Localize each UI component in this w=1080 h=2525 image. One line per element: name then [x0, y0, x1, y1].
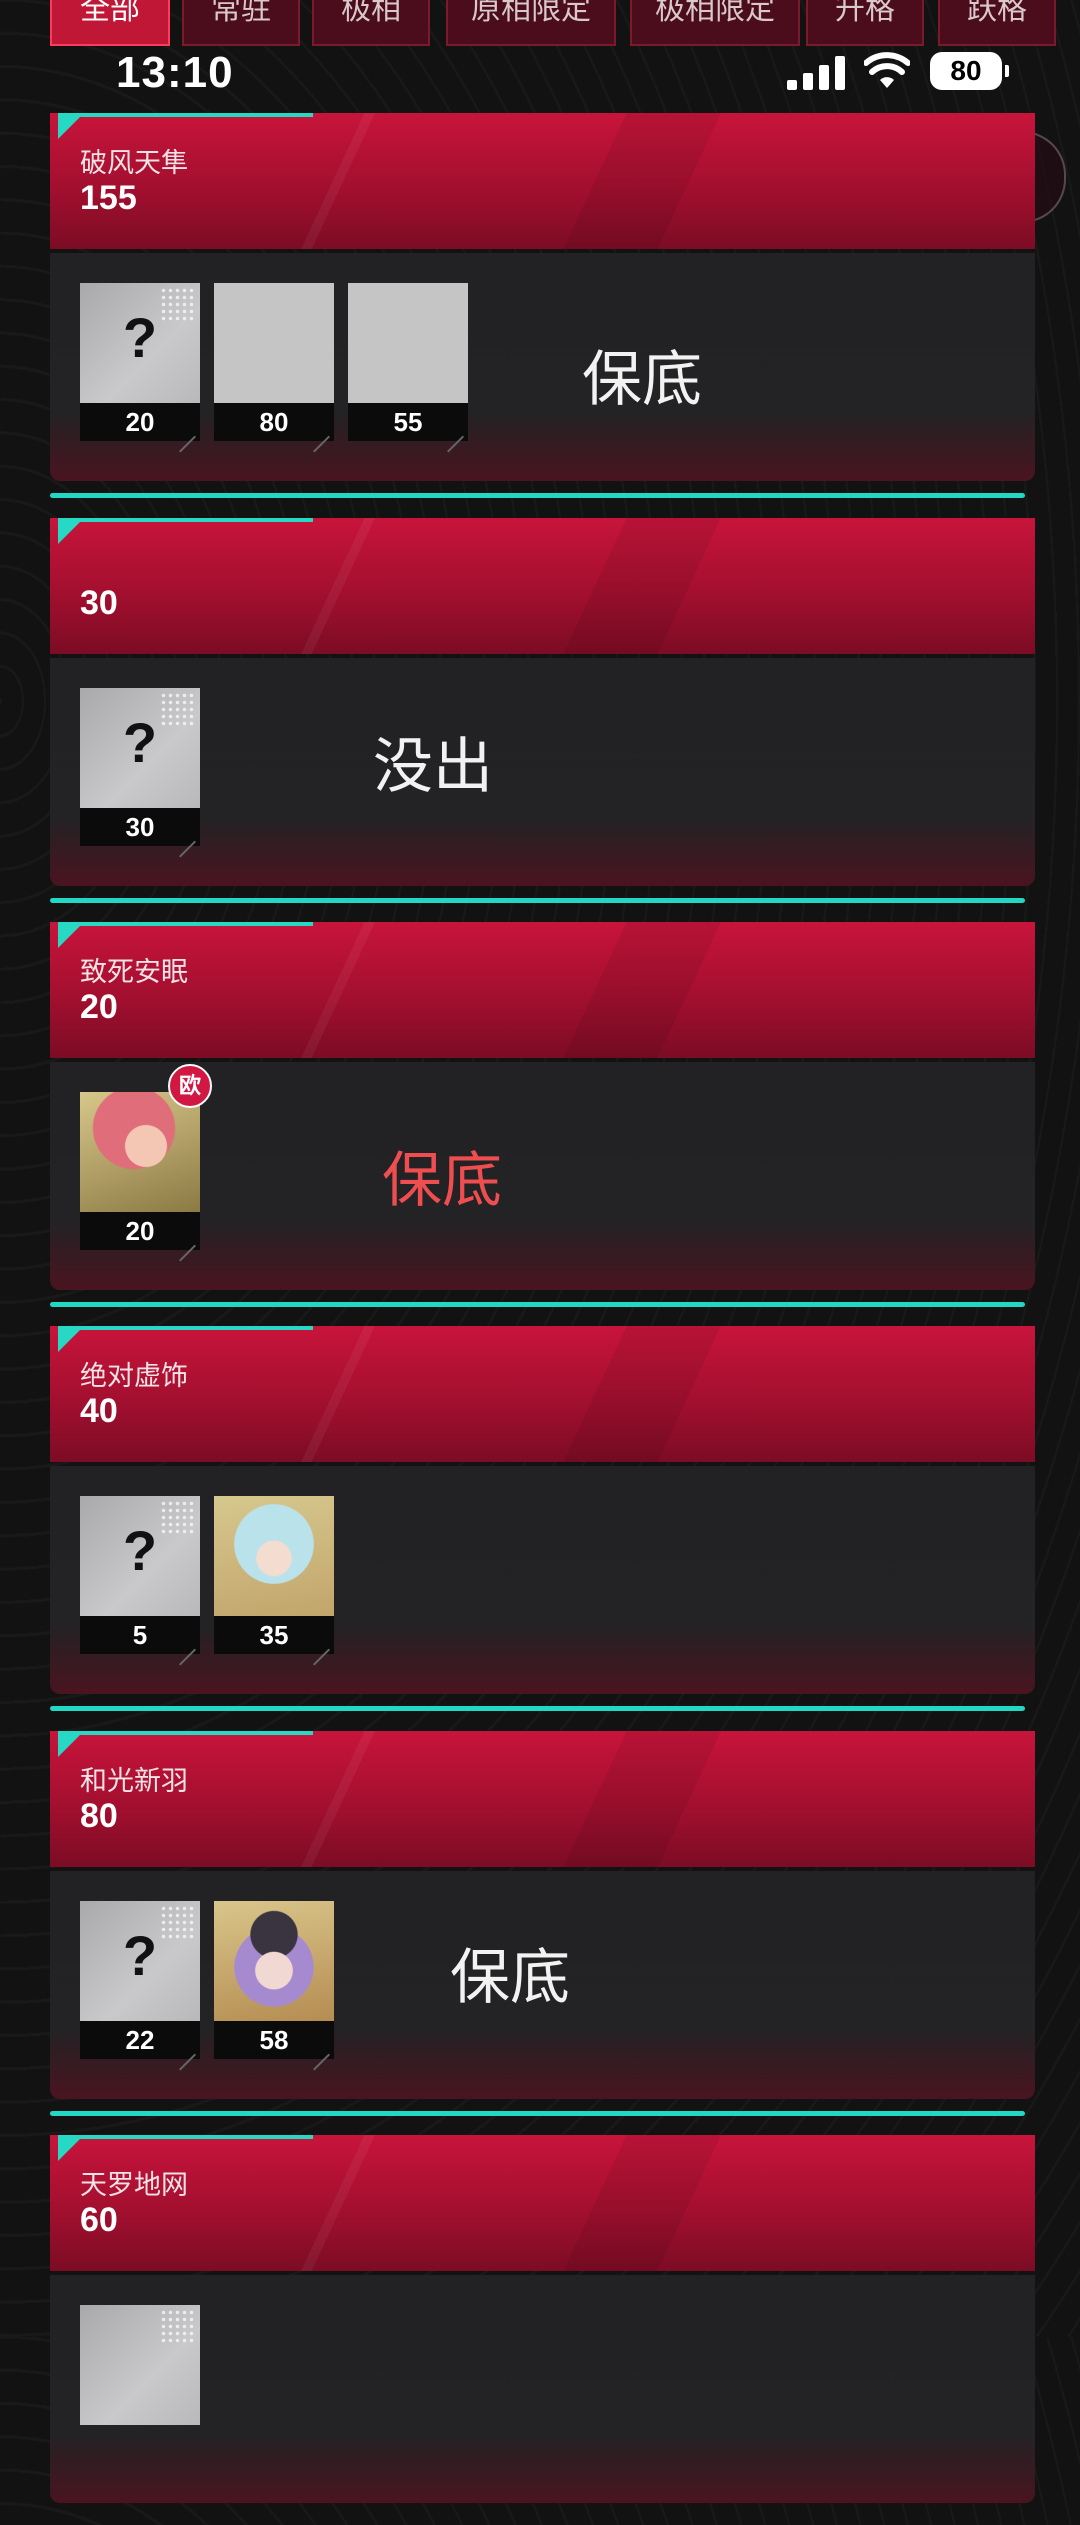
unknown-character-icon: ? [80, 283, 200, 403]
tab-extreme-limited[interactable]: 极相限定 [630, 0, 800, 46]
blank-image [214, 283, 334, 403]
card-header: 和光新羽 80 [50, 1731, 1035, 1867]
pull-value: 35 [214, 1616, 334, 1654]
unknown-character-icon: ? [80, 1496, 200, 1616]
remark-text: 保底 [450, 1944, 570, 2011]
blank-image [348, 283, 468, 403]
corner-accent [58, 922, 84, 948]
unknown-character-icon [80, 2305, 200, 2425]
tab-extreme[interactable]: 极相 [312, 0, 430, 46]
card-divider [50, 1706, 1025, 1711]
pull-item[interactable]: ? 22 [80, 1901, 200, 2059]
card-body [50, 2275, 1035, 2503]
card-divider [50, 898, 1025, 903]
corner-accent [58, 1326, 84, 1352]
pull-value: 55 [348, 403, 468, 441]
remark-text: 保底 [582, 346, 702, 413]
tab-standard[interactable]: 常驻 [182, 0, 300, 46]
card-body: 20 欧 保底 [50, 1062, 1035, 1290]
card-divider [50, 1302, 1025, 1307]
pool-card: 破风天隼 155 ? 20 80 55 保底 [50, 113, 1035, 503]
corner-accent [58, 1731, 84, 1757]
pool-card: 30 ? 30 没出 [50, 518, 1035, 908]
filter-tabs: 全部 常驻 极相 原相限定 极相限定 升格 跃格 [0, 0, 1080, 46]
tab-all[interactable]: 全部 [50, 0, 170, 46]
card-header: 30 [50, 518, 1035, 654]
card-header: 破风天隼 155 [50, 113, 1035, 249]
card-body: ? 20 80 55 保底 [50, 253, 1035, 481]
pull-item[interactable]: 58 [214, 1901, 334, 2059]
pull-count: 80 [80, 1797, 118, 1835]
pull-value: 20 [80, 403, 200, 441]
pull-count: 30 [80, 584, 118, 622]
character-avatar [214, 1496, 334, 1616]
pull-value: 20 [80, 1212, 200, 1250]
pool-card: 天罗地网 60 [50, 2135, 1035, 2525]
character-avatar [80, 1092, 200, 1212]
tab-ascend[interactable]: 升格 [806, 0, 924, 46]
pull-item[interactable]: 35 [214, 1496, 334, 1654]
card-divider [50, 2111, 1025, 2116]
remark-text: 保底 [382, 1147, 502, 1214]
character-avatar [214, 1901, 334, 2021]
pull-item[interactable]: ? 5 [80, 1496, 200, 1654]
pull-item[interactable]: 55 [348, 283, 468, 441]
pool-title: 和光新羽 [80, 1766, 188, 1796]
tab-leap[interactable]: 跃格 [938, 0, 1056, 46]
card-header: 天罗地网 60 [50, 2135, 1035, 2271]
pull-count: 40 [80, 1392, 118, 1430]
pull-item[interactable]: ? 20 [80, 283, 200, 441]
battery-indicator: 80 [930, 52, 1009, 90]
pool-title: 致死安眠 [80, 957, 188, 987]
pool-title: 天罗地网 [80, 2170, 188, 2200]
lucky-badge: 欧 [168, 1064, 212, 1108]
card-divider [50, 493, 1025, 498]
tab-origin-limited[interactable]: 原相限定 [446, 0, 616, 46]
pool-title: 破风天隼 [80, 148, 188, 178]
clock: 13:10 [116, 48, 234, 97]
signal-icon [787, 56, 845, 90]
card-body: ? 22 58 保底 [50, 1871, 1035, 2099]
pull-item[interactable]: 80 [214, 283, 334, 441]
pull-count: 155 [80, 179, 137, 217]
unknown-character-icon: ? [80, 688, 200, 808]
pull-count: 60 [80, 2201, 118, 2239]
corner-accent [58, 518, 84, 544]
pull-item[interactable] [80, 2305, 200, 2463]
card-body: ? 5 35 [50, 1466, 1035, 1694]
pull-value: 80 [214, 403, 334, 441]
pull-value: 30 [80, 808, 200, 846]
pool-card: 和光新羽 80 ? 22 58 保底 [50, 1731, 1035, 2121]
pull-value: 22 [80, 2021, 200, 2059]
card-header: 绝对虚饰 40 [50, 1326, 1035, 1462]
unknown-character-icon: ? [80, 1901, 200, 2021]
pull-value: 5 [80, 1616, 200, 1654]
status-bar: 13:10 80 [0, 46, 1080, 97]
pull-item[interactable]: 20 欧 [80, 1064, 212, 1250]
pull-value: 58 [214, 2021, 334, 2059]
remark-text: 没出 [373, 733, 493, 800]
pull-item[interactable]: ? 30 [80, 688, 200, 846]
corner-accent [58, 2135, 84, 2161]
pool-title: 绝对虚饰 [80, 1361, 188, 1391]
card-body: ? 30 没出 [50, 658, 1035, 886]
pool-card: 绝对虚饰 40 ? 5 35 [50, 1326, 1035, 1716]
wifi-icon [864, 52, 910, 88]
corner-accent [58, 113, 84, 139]
card-header: 致死安眠 20 [50, 922, 1035, 1058]
pool-card: 致死安眠 20 20 欧 保底 [50, 922, 1035, 1312]
pull-count: 20 [80, 988, 118, 1026]
